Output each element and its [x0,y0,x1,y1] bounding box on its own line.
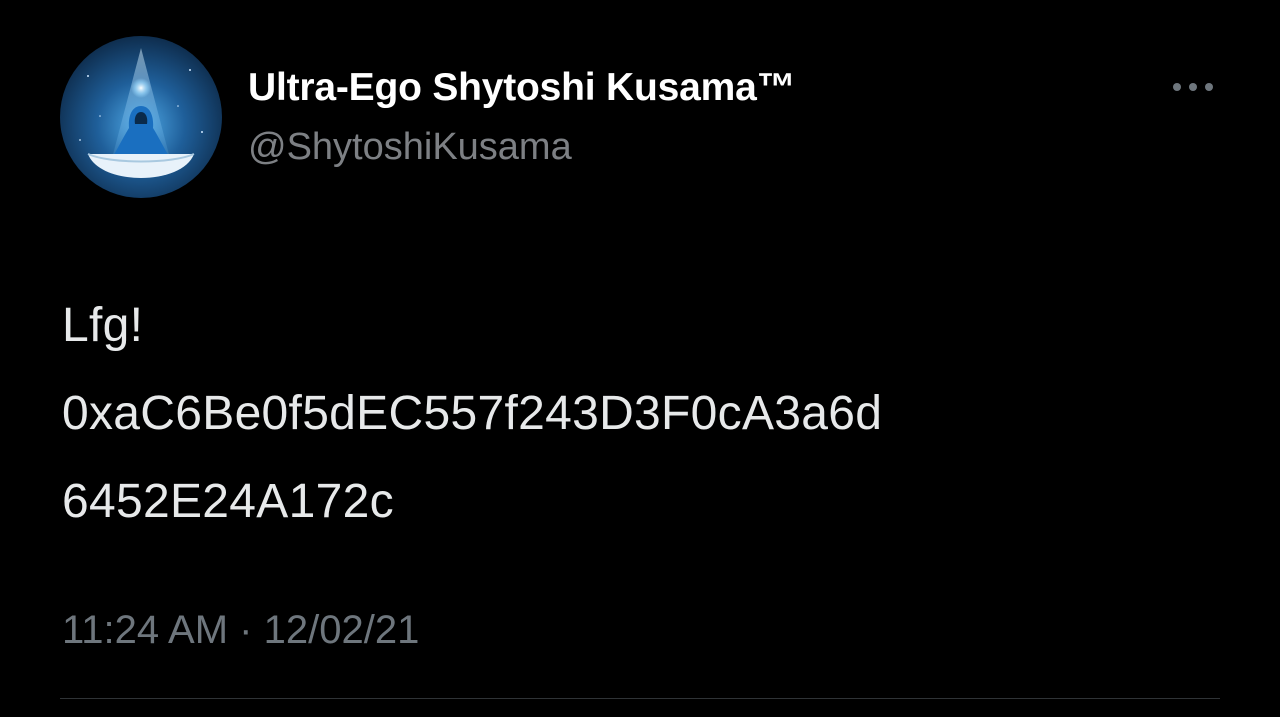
user-handle[interactable]: @ShytoshiKusama [248,126,572,169]
divider [60,698,1220,699]
tweet-timestamp[interactable]: 11:24 AM · 12/02/21 [62,608,419,653]
tweet-text-line: Lfg! [62,299,144,352]
tweet-time: 11:24 AM [62,608,229,652]
tweet-text: Lfg! 0xaC6Be0f5dEC557f243D3F0cA3a6d 6452… [62,282,1222,546]
more-options-button[interactable] [1166,72,1220,102]
meditating-figure-avatar-icon [60,36,222,198]
meta-separator: · [239,608,253,652]
tweet-text-line: 0xaC6Be0f5dEC557f243D3F0cA3a6d [62,387,883,440]
display-name[interactable]: Ultra-Ego Shytoshi Kusama™ [248,66,796,110]
more-horizontal-icon [1173,83,1213,91]
avatar[interactable] [60,36,222,198]
tweet-card: Ultra-Ego Shytoshi Kusama™ @ShytoshiKusa… [0,0,1280,717]
tweet-text-line: 6452E24A172c [62,475,394,528]
tweet-date: 12/02/21 [263,608,420,652]
